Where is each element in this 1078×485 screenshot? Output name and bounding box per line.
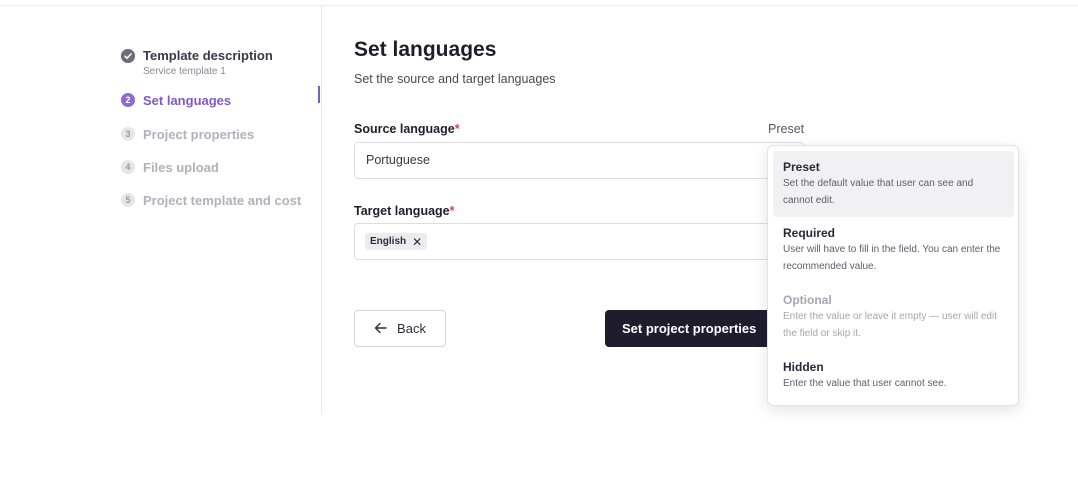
step-number-badge: 3 [121, 127, 135, 141]
option-description: Enter the value or leave it empty — user… [783, 311, 997, 339]
target-language-label: Target language* [354, 204, 455, 218]
step-label: Project properties [143, 127, 255, 142]
option-title: Required [783, 226, 836, 240]
check-circle-icon [121, 49, 135, 63]
option-description: Enter the value that user cannot see. [783, 378, 947, 389]
stepper-sidebar: Template description Service template 1 … [0, 6, 322, 414]
step-label: Project template and cost [143, 193, 302, 208]
active-step-indicator [318, 86, 320, 103]
option-title: Preset [783, 160, 820, 174]
preset-mode-toggle[interactable]: Preset [768, 122, 804, 136]
language-chip: English ✕ [365, 233, 428, 250]
target-language-select[interactable]: English ✕ [354, 223, 804, 260]
arrow-left-icon [374, 321, 387, 337]
required-mark: * [454, 122, 460, 136]
step-label: Set languages [143, 93, 232, 108]
step-files-upload[interactable]: 4 Files upload [121, 160, 219, 176]
source-language-label-text: Source language [354, 122, 455, 136]
step-template-description[interactable]: Template description Service template 1 [121, 48, 273, 79]
back-button[interactable]: Back [354, 310, 446, 347]
set-project-properties-button[interactable]: Set project properties [605, 310, 780, 347]
step-label: Template description [143, 48, 273, 63]
step-sublabel: Service template 1 [143, 66, 226, 77]
chip-label: English [370, 236, 407, 247]
back-button-label: Back [397, 321, 426, 336]
source-language-label: Source language* [354, 122, 460, 136]
target-language-label-text: Target language [354, 204, 450, 218]
step-number-badge: 4 [121, 160, 135, 174]
step-project-properties[interactable]: 3 Project properties [121, 127, 254, 143]
dropdown-option-preset[interactable]: Preset Set the default value that user c… [773, 151, 1014, 217]
close-icon[interactable]: ✕ [412, 236, 422, 248]
preset-mode-dropdown: Preset Set the default value that user c… [767, 145, 1019, 406]
step-label: Files upload [143, 160, 219, 175]
source-language-select[interactable]: Portuguese [354, 142, 804, 179]
step-number-badge: 5 [121, 193, 135, 207]
dropdown-option-hidden[interactable]: Hidden Enter the value that user cannot … [773, 351, 1014, 401]
dropdown-option-optional: Optional Enter the value or leave it emp… [773, 284, 1014, 350]
primary-button-label: Set project properties [622, 321, 757, 336]
option-title: Optional [783, 293, 832, 307]
required-mark: * [449, 204, 455, 218]
page-title: Set languages [354, 38, 497, 61]
option-description: Set the default value that user can see … [783, 178, 974, 206]
step-project-template-and-cost[interactable]: 5 Project template and cost [121, 193, 301, 209]
dropdown-option-required[interactable]: Required User will have to fill in the f… [773, 217, 1014, 283]
option-title: Hidden [783, 360, 824, 374]
option-description: User will have to fill in the field. You… [783, 244, 1001, 272]
page-subtitle: Set the source and target languages [354, 72, 556, 86]
source-language-value: Portuguese [366, 153, 430, 167]
step-set-languages[interactable]: 2 Set languages [121, 93, 231, 109]
step-number-badge: 2 [121, 93, 135, 107]
